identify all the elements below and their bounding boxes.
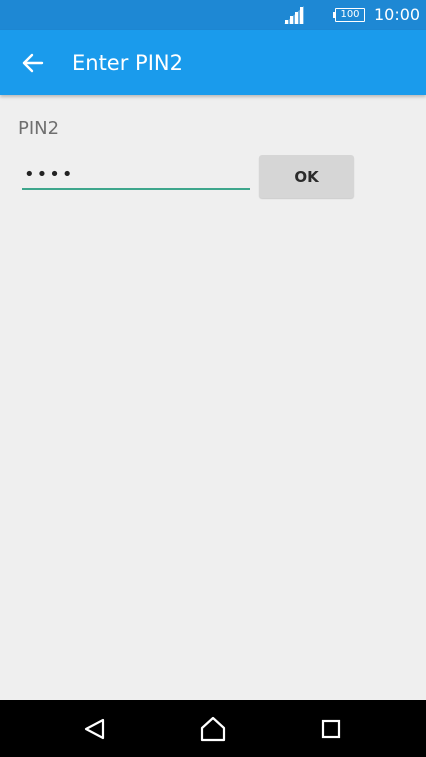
app-bar: Enter PIN2 (0, 30, 426, 95)
page-title: Enter PIN2 (72, 51, 183, 75)
navigation-bar (0, 700, 426, 757)
pin2-input[interactable] (22, 160, 250, 190)
home-icon[interactable] (199, 715, 227, 743)
arrow-left-icon[interactable] (20, 50, 46, 76)
battery-level: 100 (335, 8, 365, 22)
square-recents-icon[interactable] (317, 715, 345, 743)
pin2-label: PIN2 (18, 118, 60, 139)
status-bar: 100 10:00 (0, 0, 426, 30)
ok-button[interactable]: OK (259, 155, 354, 198)
signal-icon (284, 6, 304, 24)
status-clock: 10:00 (374, 5, 421, 24)
battery-icon: 100 (333, 8, 365, 22)
triangle-back-icon[interactable] (81, 715, 109, 743)
